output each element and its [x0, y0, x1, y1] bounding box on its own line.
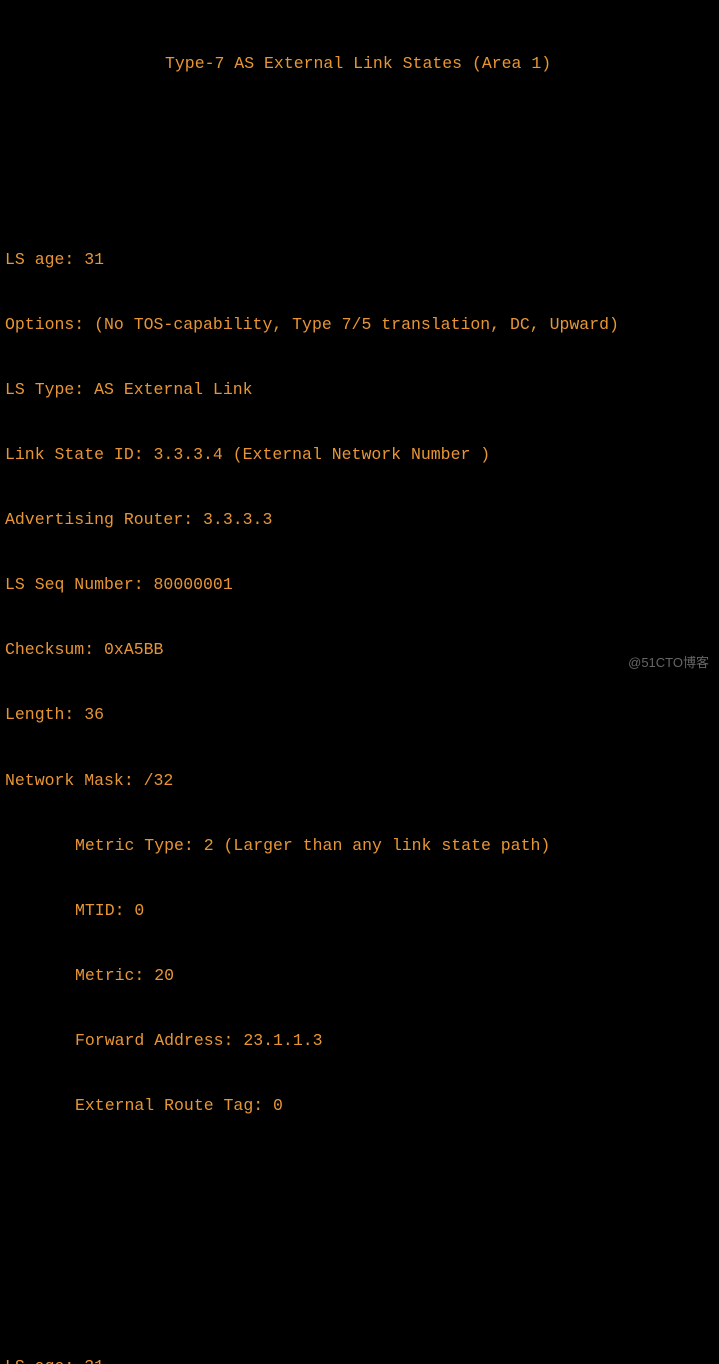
- link-state-id: Link State ID: 3.3.3.4 (External Network…: [5, 444, 714, 466]
- advertising-router: Advertising Router: 3.3.3.3: [5, 509, 714, 531]
- lsa-entry-1: LS age: 31 Options: (No TOS-capability, …: [5, 205, 714, 1160]
- options: Options: (No TOS-capability, Type 7/5 tr…: [5, 314, 714, 336]
- metric: Metric: 20: [5, 965, 714, 987]
- blank-line: [5, 1225, 714, 1247]
- lsa-entry-2: LS age: 31 Options: (No TOS-capability, …: [5, 1312, 714, 1364]
- blank-line: [5, 119, 714, 141]
- forward-address: Forward Address: 23.1.1.3: [5, 1030, 714, 1052]
- network-mask: Network Mask: /32: [5, 770, 714, 792]
- metric-type: Metric Type: 2 (Larger than any link sta…: [5, 835, 714, 857]
- external-route-tag: External Route Tag: 0: [5, 1095, 714, 1117]
- terminal-output: Type-7 AS External Link States (Area 1) …: [0, 0, 719, 1364]
- lsa-title: Type-7 AS External Link States (Area 1): [5, 53, 714, 75]
- seq-number: LS Seq Number: 80000001: [5, 574, 714, 596]
- length: Length: 36: [5, 704, 714, 726]
- ls-age: LS age: 31: [5, 1356, 714, 1364]
- checksum: Checksum: 0xA5BB: [5, 639, 714, 661]
- ls-age: LS age: 31: [5, 249, 714, 271]
- watermark: @51CTO博客: [628, 652, 709, 674]
- ls-type: LS Type: AS External Link: [5, 379, 714, 401]
- mtid: MTID: 0: [5, 900, 714, 922]
